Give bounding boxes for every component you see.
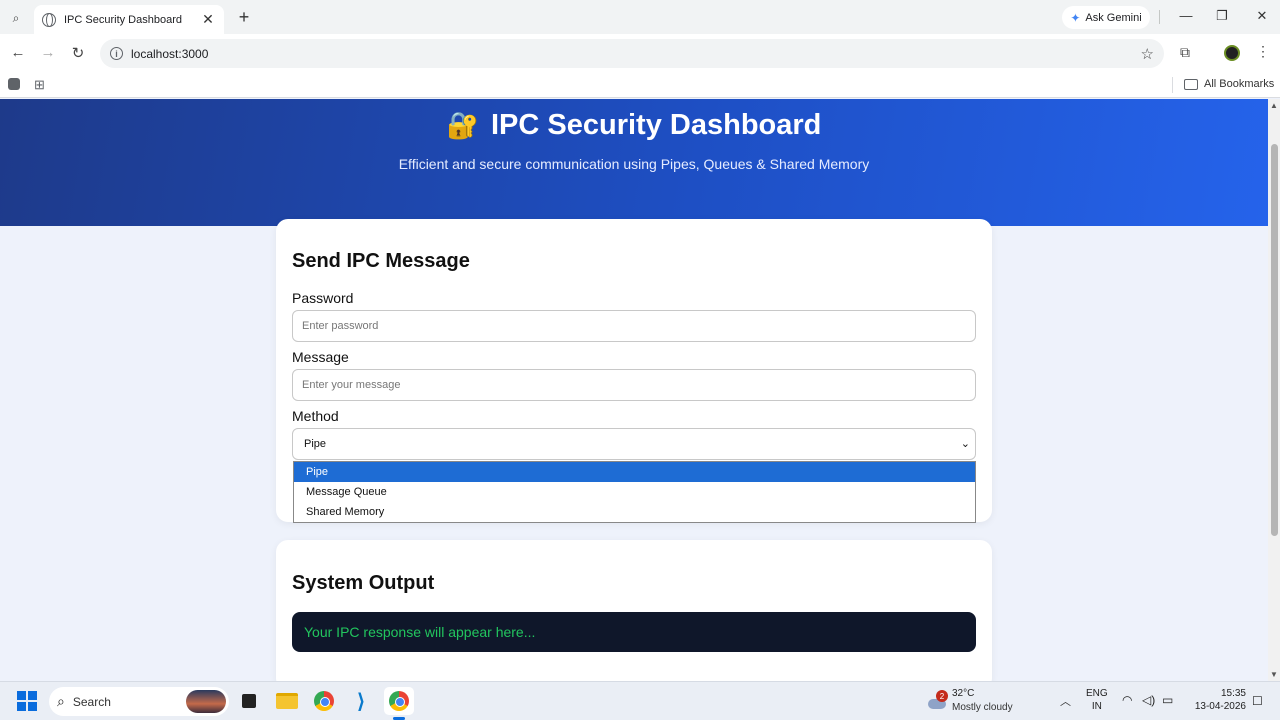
chrome-active-app-icon[interactable] xyxy=(384,687,414,715)
site-info-icon[interactable]: i xyxy=(110,47,123,60)
browser-tab[interactable]: IPC Security Dashboard ✕ xyxy=(34,5,224,34)
folder-icon xyxy=(1184,78,1198,90)
globe-icon xyxy=(42,12,56,27)
weather-temperature: 32°C xyxy=(952,688,975,699)
scroll-thumb[interactable] xyxy=(1271,144,1278,536)
method-dropdown: Pipe Message Queue Shared Memory xyxy=(293,461,976,523)
taskbar-search[interactable]: ⌕ Search xyxy=(49,687,229,716)
forward-icon[interactable]: → xyxy=(39,44,57,61)
method-option-pipe[interactable]: Pipe xyxy=(294,462,975,482)
scroll-up-icon[interactable]: ▲ xyxy=(1270,101,1278,110)
send-card-heading: Send IPC Message xyxy=(292,250,470,272)
profile-avatar[interactable] xyxy=(1224,45,1240,61)
hero-banner: 🔐 IPC Security Dashboard Efficient and se… xyxy=(0,99,1268,226)
clock-time: 15:35 xyxy=(1220,688,1246,699)
back-icon[interactable]: ← xyxy=(9,44,27,61)
method-label: Method xyxy=(292,408,339,424)
language-code: ENG xyxy=(1086,688,1108,699)
wifi-icon[interactable]: ◠ xyxy=(1122,693,1132,707)
file-explorer-icon[interactable] xyxy=(275,689,299,713)
restore-icon[interactable]: ❐ xyxy=(1212,8,1232,24)
chevron-down-icon: ⌄ xyxy=(960,438,970,450)
taskbar: ⌕ Search ⟩ 2 32°C Mostly cloudy ︿ ENG IN… xyxy=(0,681,1280,720)
bookmark-star-icon[interactable]: ☆ xyxy=(1141,45,1154,63)
message-input[interactable] xyxy=(292,369,976,401)
system-clock[interactable]: 15:35 13-04-2026 xyxy=(1190,687,1246,713)
bookmarks-bar: ⊞ All Bookmarks xyxy=(0,72,1280,98)
window-controls-divider xyxy=(1159,10,1160,24)
page-scrollbar[interactable]: ▲ ▼ xyxy=(1268,99,1280,681)
ask-gemini-button[interactable]: ✦ Ask Gemini xyxy=(1062,6,1150,29)
extensions-icon[interactable]: ⧉ xyxy=(1180,44,1190,61)
weather-description: Mostly cloudy xyxy=(952,702,1013,713)
page-title-text: IPC Security Dashboard xyxy=(491,109,822,141)
language-indicator[interactable]: ENG IN xyxy=(1086,687,1108,713)
bookmarks-divider xyxy=(1172,77,1173,93)
output-card-heading: System Output xyxy=(292,572,435,594)
send-message-card: Send IPC Message Password Message Method… xyxy=(276,219,992,523)
taskbar-search-label: Search xyxy=(72,694,111,709)
method-select[interactable]: Pipe ⌄ xyxy=(292,428,976,460)
method-selected-value: Pipe xyxy=(304,438,327,450)
gemini-icon: ✦ xyxy=(1070,10,1081,25)
weather-widget[interactable]: 2 32°C Mostly cloudy xyxy=(926,687,1026,717)
page-subtitle: Efficient and secure communication using… xyxy=(398,156,870,172)
search-highlight-image xyxy=(186,690,226,713)
method-option-shared-memory[interactable]: Shared Memory xyxy=(294,502,975,522)
menu-icon[interactable]: ⋮ xyxy=(1256,43,1270,60)
method-option-message-queue[interactable]: Message Queue xyxy=(294,482,975,502)
battery-icon[interactable]: ▭ xyxy=(1162,693,1173,707)
app-icon[interactable] xyxy=(8,78,20,90)
system-output-card: System Output Your IPC response will app… xyxy=(276,540,992,681)
tab-title: IPC Security Dashboard xyxy=(64,13,182,26)
all-bookmarks-button[interactable]: All Bookmarks xyxy=(1184,78,1274,90)
address-bar[interactable]: i localhost:3000 ☆ xyxy=(100,39,1164,68)
apps-grid-icon[interactable]: ⊞ xyxy=(34,77,45,93)
clock-date: 13-04-2026 xyxy=(1194,701,1246,712)
lock-icon: 🔐 xyxy=(446,110,479,140)
region-code: IN xyxy=(1091,701,1102,712)
url-text[interactable]: localhost:3000 xyxy=(131,47,1141,61)
reload-icon[interactable]: ↻ xyxy=(69,44,87,62)
output-console: Your IPC response will appear here... xyxy=(292,612,976,652)
page-title: 🔐 IPC Security Dashboard xyxy=(0,109,1268,142)
search-icon: ⌕ xyxy=(57,693,65,709)
notification-bell-icon[interactable]: ☐ xyxy=(1252,694,1263,708)
password-label: Password xyxy=(292,290,354,306)
chrome-app-icon[interactable] xyxy=(312,689,336,713)
browser-toolbar: ← → ↻ i localhost:3000 ☆ ⧉ ⋮ xyxy=(0,34,1280,72)
scroll-down-icon[interactable]: ▼ xyxy=(1270,670,1278,679)
message-label: Message xyxy=(292,349,349,365)
store-app-icon[interactable] xyxy=(237,689,261,713)
vscode-app-icon[interactable]: ⟩ xyxy=(349,689,373,713)
all-bookmarks-label: All Bookmarks xyxy=(1204,78,1275,90)
new-tab-button[interactable]: + xyxy=(234,7,254,28)
weather-badge: 2 xyxy=(936,690,948,702)
volume-icon[interactable]: ◁) xyxy=(1142,693,1155,707)
show-hidden-icons-icon[interactable]: ︿ xyxy=(1060,693,1071,709)
ask-gemini-label: Ask Gemini xyxy=(1085,11,1142,24)
tab-close-icon[interactable]: ✕ xyxy=(200,11,216,28)
minimize-icon[interactable]: — xyxy=(1176,8,1196,23)
page-viewport: 🔐 IPC Security Dashboard Efficient and se… xyxy=(0,99,1268,681)
windows-start-icon[interactable] xyxy=(17,691,37,711)
tab-bar: ⌕ IPC Security Dashboard ✕ + ✦ Ask Gemin… xyxy=(0,0,1280,34)
tab-search-icon[interactable]: ⌕ xyxy=(6,8,26,28)
password-input[interactable] xyxy=(292,310,976,342)
close-window-icon[interactable]: ✕ xyxy=(1252,8,1272,24)
